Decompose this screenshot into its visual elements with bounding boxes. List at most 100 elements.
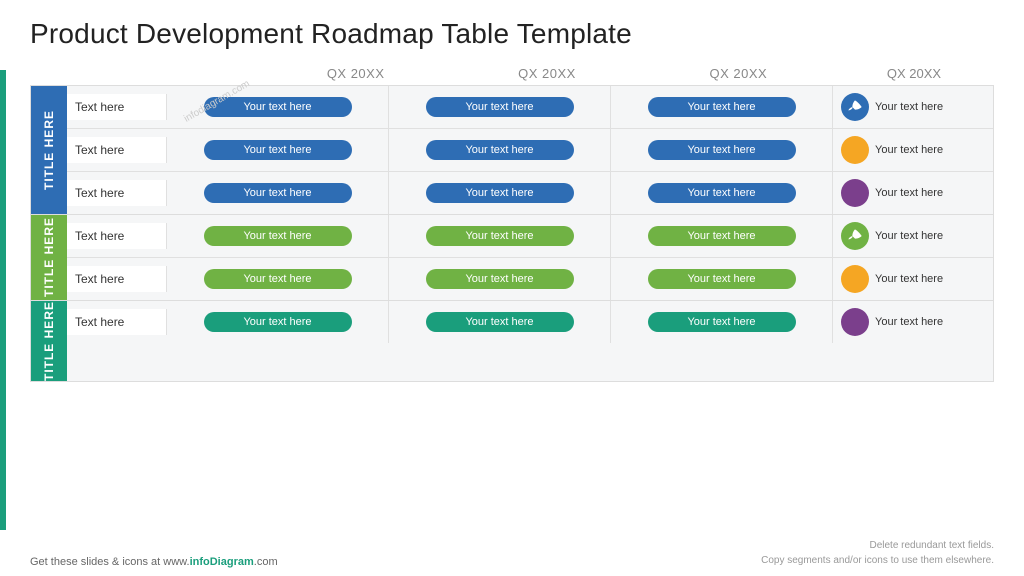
data-cell: Your text here bbox=[611, 129, 833, 171]
footer-left: Get these slides & icons at www.infoDiag… bbox=[30, 556, 278, 568]
status-icon bbox=[841, 136, 869, 164]
section-title-label: Title Here bbox=[42, 110, 56, 190]
brand-name: infoDiagram bbox=[190, 556, 254, 568]
row-cells: Your text here Your text here Your text he… bbox=[167, 172, 833, 214]
data-cell: Your text here bbox=[167, 215, 389, 257]
status-icon bbox=[841, 222, 869, 250]
last-cell: Your text here bbox=[833, 129, 993, 171]
table-row: Text hereYour text hereYour text hereYou… bbox=[67, 215, 993, 258]
row-label: Text here bbox=[67, 180, 167, 206]
last-cell-text: Your text here bbox=[875, 143, 943, 157]
status-icon bbox=[841, 265, 869, 293]
pill: Your text here bbox=[204, 269, 352, 289]
row-cells: Your text here Your text here Your text he… bbox=[167, 301, 833, 343]
pill: Your text here bbox=[648, 97, 796, 117]
row-cells: Your text here Your text here Your text he… bbox=[167, 258, 833, 300]
section-title-bar-2: Title Here bbox=[31, 215, 67, 300]
pill: Your text here bbox=[648, 269, 796, 289]
row-label: Text here bbox=[67, 266, 167, 292]
data-cell: Your text here bbox=[389, 301, 611, 343]
section-color-bar-1: Title Here bbox=[31, 86, 67, 214]
col-header-4: QX 20XX bbox=[834, 66, 994, 85]
pill: Your text here bbox=[426, 97, 574, 117]
pill: Your text here bbox=[426, 226, 574, 246]
section-3: Title HereText hereYour text hereYour te… bbox=[31, 301, 993, 381]
col-header-3: QX 20XX bbox=[643, 66, 834, 85]
pill: Your text here bbox=[426, 312, 574, 332]
data-cell: Your text here bbox=[611, 215, 833, 257]
row-label: Text here bbox=[67, 94, 167, 120]
last-cell-text: Your text here bbox=[875, 315, 943, 329]
row-label: Text here bbox=[67, 309, 167, 335]
data-cell: Your text here bbox=[167, 86, 389, 128]
section-title-label: Title Here bbox=[42, 217, 56, 297]
last-cell: Your text here bbox=[833, 86, 993, 128]
row-label: Text here bbox=[67, 137, 167, 163]
page-title: Product Development Roadmap Table Templa… bbox=[30, 18, 994, 50]
last-cell-text: Your text here bbox=[875, 229, 943, 243]
data-cell: Your text here bbox=[389, 215, 611, 257]
data-cell: Your text here bbox=[611, 86, 833, 128]
pill: Your text here bbox=[204, 97, 352, 117]
last-cell: Your text here bbox=[833, 172, 993, 214]
data-cell: Your text here bbox=[611, 258, 833, 300]
data-cell: Your text here bbox=[389, 172, 611, 214]
pill: Your text here bbox=[648, 312, 796, 332]
last-cell: Your text here bbox=[833, 215, 993, 257]
section-rows-3: Text hereYour text hereYour text hereYou… bbox=[67, 301, 993, 381]
last-cell-text: Your text here bbox=[875, 272, 943, 286]
last-cell: Your text here bbox=[833, 258, 993, 300]
data-cell: Your text here bbox=[611, 301, 833, 343]
section-title-bar-1: Title Here bbox=[31, 86, 67, 214]
section-color-bar-2: Title Here bbox=[31, 215, 67, 300]
col-header-2: QX 20XX bbox=[451, 66, 642, 85]
left-accent-bar bbox=[0, 70, 6, 530]
last-cell-text: Your text here bbox=[875, 186, 943, 200]
data-cell: Your text here bbox=[167, 301, 389, 343]
table-row: Text hereYour text hereYour text hereYou… bbox=[67, 129, 993, 172]
last-cell: Your text here bbox=[833, 301, 993, 343]
data-cell: Your text here bbox=[611, 172, 833, 214]
row-cells: Your text here Your text here Your text he… bbox=[167, 129, 833, 171]
status-icon bbox=[841, 179, 869, 207]
pill: Your text here bbox=[426, 140, 574, 160]
row-cells: Your text here Your text here Your text he… bbox=[167, 86, 833, 128]
data-cell: Your text here bbox=[167, 129, 389, 171]
pill: Your text here bbox=[648, 140, 796, 160]
main-content: Title HereText hereYour text hereYour te… bbox=[30, 85, 994, 382]
header-row: QX 20XX QX 20XX QX 20XX QX 20XX bbox=[30, 66, 994, 85]
section-1: Title HereText hereYour text hereYour te… bbox=[31, 86, 993, 215]
data-cell: Your text here bbox=[389, 129, 611, 171]
roadmap-table: QX 20XX QX 20XX QX 20XX QX 20XX Title He… bbox=[30, 66, 994, 382]
section-color-bar-3: Title Here bbox=[31, 301, 67, 381]
footer: Get these slides & icons at www.infoDiag… bbox=[30, 538, 994, 568]
col-header-1: QX 20XX bbox=[260, 66, 451, 85]
row-cells: Your text here Your text here Your text he… bbox=[167, 215, 833, 257]
footer-right: Delete redundant text fields. Copy segme… bbox=[761, 538, 994, 568]
section-2: Title HereText hereYour text hereYour te… bbox=[31, 215, 993, 301]
page: Product Development Roadmap Table Templa… bbox=[0, 0, 1024, 576]
data-cell: Your text here bbox=[389, 258, 611, 300]
pill: Your text here bbox=[204, 183, 352, 203]
pill: Your text here bbox=[204, 140, 352, 160]
status-icon bbox=[841, 308, 869, 336]
pill: Your text here bbox=[426, 183, 574, 203]
pill: Your text here bbox=[648, 183, 796, 203]
pill: Your text here bbox=[204, 226, 352, 246]
table-row: Text hereYour text hereYour text hereYou… bbox=[67, 172, 993, 214]
section-rows-1: Text hereYour text hereYour text hereYou… bbox=[67, 86, 993, 214]
section-rows-2: Text hereYour text hereYour text hereYou… bbox=[67, 215, 993, 300]
pill: Your text here bbox=[204, 312, 352, 332]
data-cell: Your text here bbox=[167, 172, 389, 214]
table-row: Text hereYour text hereYour text hereYou… bbox=[67, 258, 993, 300]
pill: Your text here bbox=[426, 269, 574, 289]
data-cell: Your text here bbox=[389, 86, 611, 128]
data-cell: Your text here bbox=[167, 258, 389, 300]
row-label: Text here bbox=[67, 223, 167, 249]
table-row: Text hereYour text hereYour text hereYou… bbox=[67, 301, 993, 343]
section-title-label: Title Here bbox=[42, 301, 56, 381]
section-title-bar-3: Title Here bbox=[31, 301, 67, 381]
last-cell-text: Your text here bbox=[875, 100, 943, 114]
pill: Your text here bbox=[648, 226, 796, 246]
status-icon bbox=[841, 93, 869, 121]
